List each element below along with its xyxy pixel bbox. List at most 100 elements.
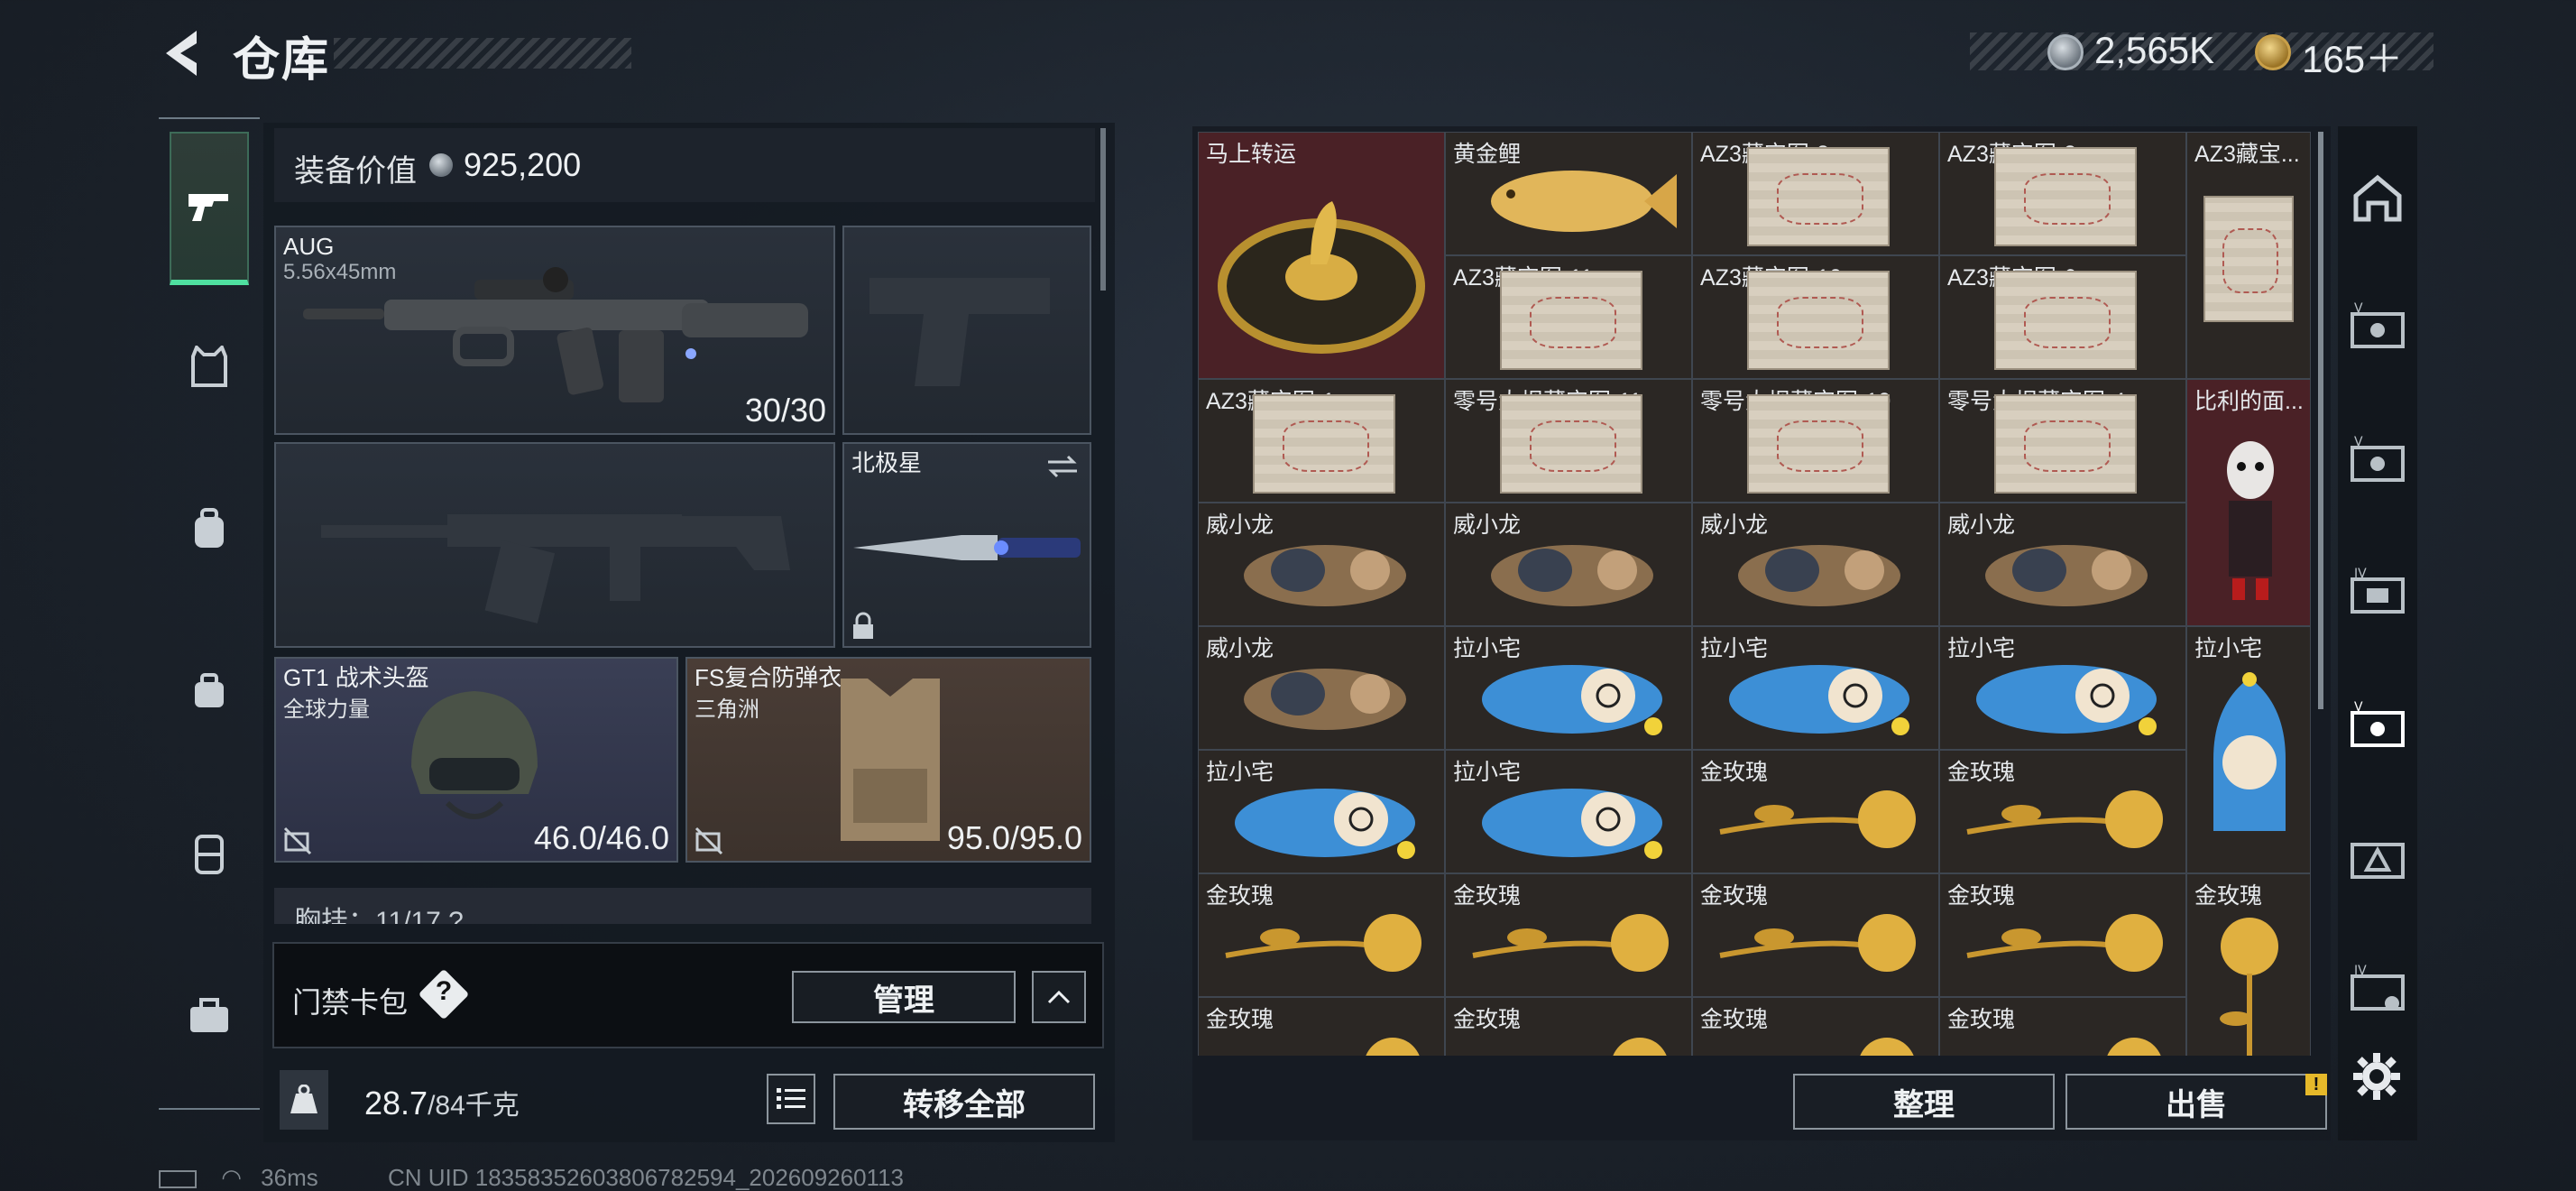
storage-scrollbar[interactable] [2318, 132, 2323, 709]
manage-button[interactable]: 管理 [792, 971, 1016, 1023]
item-name: 比利的面... [2194, 389, 2304, 414]
item-cell[interactable]: AZ3藏宝图-11 [1445, 255, 1692, 379]
weight-icon [280, 1070, 328, 1130]
dragon-figure-icon [1491, 545, 1653, 606]
secondary-weapon-slot[interactable] [274, 442, 835, 648]
wifi-icon: ◠ [221, 1164, 242, 1191]
chest-rig-icon[interactable] [170, 814, 249, 893]
treasure-map-icon [2203, 196, 2294, 322]
item-cell[interactable]: 金玫瑰 [1939, 750, 2186, 873]
golden-carp-icon [1491, 171, 1677, 232]
item-cell[interactable]: 金玫瑰 [2186, 873, 2311, 1056]
plush-figure-icon [1976, 665, 2157, 735]
currency2-value[interactable]: 165＋ [2302, 29, 2403, 84]
item-cell[interactable]: AZ3藏宝图-6 [1939, 255, 2186, 379]
ammo-count: 30/30 [744, 392, 826, 429]
settings-gear-icon[interactable] [2345, 1045, 2408, 1108]
golden-rose-icon [1966, 790, 2163, 848]
item-cell[interactable]: 比利的面... [2186, 379, 2311, 626]
item-cell[interactable]: 拉小宅 [1939, 626, 2186, 750]
armor-slot[interactable]: FS复合防弹衣 三角洲 95.0/95.0 [685, 657, 1091, 863]
golden-rose-icon [1966, 914, 2163, 972]
item-cell[interactable]: 金玫瑰 [1692, 873, 1939, 997]
carry-weight: 28.7/84千克 [364, 1083, 520, 1122]
item-cell[interactable]: 金玫瑰 [1198, 997, 1445, 1056]
chest-rig-capacity: 胸挂：11/17 ? [294, 907, 464, 924]
helmet-slot[interactable]: GT1 战术头盔 全球力量 46.0/46.0 [274, 657, 678, 863]
golden-rose-icon [1719, 914, 1916, 972]
item-cell[interactable]: 拉小宅 [1445, 750, 1692, 873]
item-cell[interactable]: AZ3藏宝图-10 [1692, 255, 1939, 379]
item-cell[interactable]: 金玫瑰 [1692, 750, 1939, 873]
home-base-icon[interactable] [2338, 159, 2417, 238]
storage-case-triangle-icon[interactable] [2338, 817, 2417, 897]
helmet-brand: 全球力量 [283, 697, 370, 722]
armor-vest-icon [841, 679, 940, 841]
treasure-map-icon [1253, 394, 1395, 494]
storage-case-iv-icon[interactable]: IV [2338, 552, 2417, 632]
svg-text:IV: IV [2354, 964, 2367, 978]
melee-slot[interactable]: 北极星 [842, 442, 1091, 648]
item-cell[interactable]: 拉小宅 [1198, 750, 1445, 873]
item-cell[interactable]: 拉小宅 [1692, 626, 1939, 750]
item-cell[interactable]: 金玫瑰 [1445, 873, 1692, 997]
plush-figure-icon [2213, 672, 2286, 831]
item-cell[interactable]: 金玫瑰 [1939, 873, 2186, 997]
weapons-icon[interactable] [170, 132, 249, 285]
storage-case-v-icon[interactable]: V [2338, 420, 2417, 500]
pistol-slot[interactable] [842, 226, 1091, 435]
list-view-button[interactable] [767, 1074, 815, 1124]
ping-value: 36ms [261, 1164, 318, 1191]
backpack-icon[interactable] [170, 489, 249, 568]
item-cell[interactable]: 金玫瑰 [1445, 997, 1692, 1056]
golden-rose-icon [1719, 790, 1916, 848]
item-cell[interactable]: 金玫瑰 [1198, 873, 1445, 997]
chest-rig-header[interactable]: 胸挂：11/17 ? [274, 888, 1091, 924]
item-cell[interactable]: 拉小宅 [1445, 626, 1692, 750]
item-name: 马上转运 [1206, 142, 1297, 167]
item-cell[interactable]: 威小龙 [1939, 503, 2186, 626]
pouch-icon[interactable] [170, 651, 249, 731]
item-cell[interactable]: 威小龙 [1692, 503, 1939, 626]
treasure-map-icon [1994, 147, 2137, 246]
golden-rose-icon [1860, 1038, 1914, 1056]
item-cell[interactable]: 威小龙 [1198, 626, 1445, 750]
sell-button[interactable]: 出售 [2065, 1074, 2327, 1130]
no-insure-icon [695, 826, 723, 855]
storage-case-active-icon[interactable]: V [2338, 686, 2417, 765]
swap-icon[interactable] [1044, 453, 1081, 480]
item-cell[interactable]: 拉小宅 [2186, 626, 2311, 873]
svg-text:V: V [2354, 301, 2363, 316]
item-cell[interactable]: AZ3藏宝图-1 [1198, 379, 1445, 503]
item-cell[interactable]: 金玫瑰 [1692, 997, 1939, 1056]
item-cell[interactable]: AZ3藏宝图-3 [1939, 132, 2186, 255]
item-cell[interactable]: 零号大坝藏宝图-10 [1692, 379, 1939, 503]
item-cell[interactable]: AZ3藏宝... [2186, 132, 2311, 379]
treasure-map-icon [1994, 271, 2137, 370]
item-cell[interactable]: 威小龙 [1445, 503, 1692, 626]
case-icon[interactable] [170, 976, 249, 1056]
carry-weight-max: /84千克 [428, 1091, 520, 1121]
item-cell[interactable]: AZ3藏宝图-8 [1692, 132, 1939, 255]
item-cell[interactable]: 金玫瑰 [1939, 997, 2186, 1056]
item-cell[interactable]: 零号大坝藏宝图-11 [1445, 379, 1692, 503]
dragon-figure-icon [1985, 545, 2148, 606]
treasure-map-icon [1500, 394, 1642, 494]
status-bar: ◠ 36ms CN UID 18358352603806782594_20260… [159, 1164, 904, 1191]
sort-button[interactable]: 整理 [1793, 1074, 2055, 1130]
equipment-value: 925,200 [464, 146, 582, 183]
transfer-all-button[interactable]: 转移全部 [833, 1074, 1095, 1130]
storage-case-iv-icon[interactable]: IV [2338, 949, 2417, 1029]
collapse-button[interactable] [1032, 971, 1086, 1023]
item-cell[interactable]: 马上转运 [1198, 132, 1445, 379]
armor-vest-icon[interactable] [170, 327, 249, 406]
item-cell[interactable]: 零号大坝藏宝图-4 [1939, 379, 2186, 503]
storage-case-v-icon[interactable]: V [2338, 287, 2417, 366]
currency1-value[interactable]: 2,565K [2094, 29, 2214, 72]
back-button[interactable] [161, 27, 202, 79]
item-cell[interactable]: 黄金鲤 [1445, 132, 1692, 255]
scrollbar[interactable] [1100, 128, 1106, 291]
primary-weapon-slot[interactable]: AUG 5.56x45mm 30/30 [274, 226, 835, 435]
user-uid: CN UID 18358352603806782594_202609260113 [387, 1164, 904, 1191]
item-cell[interactable]: 威小龙 [1198, 503, 1445, 626]
